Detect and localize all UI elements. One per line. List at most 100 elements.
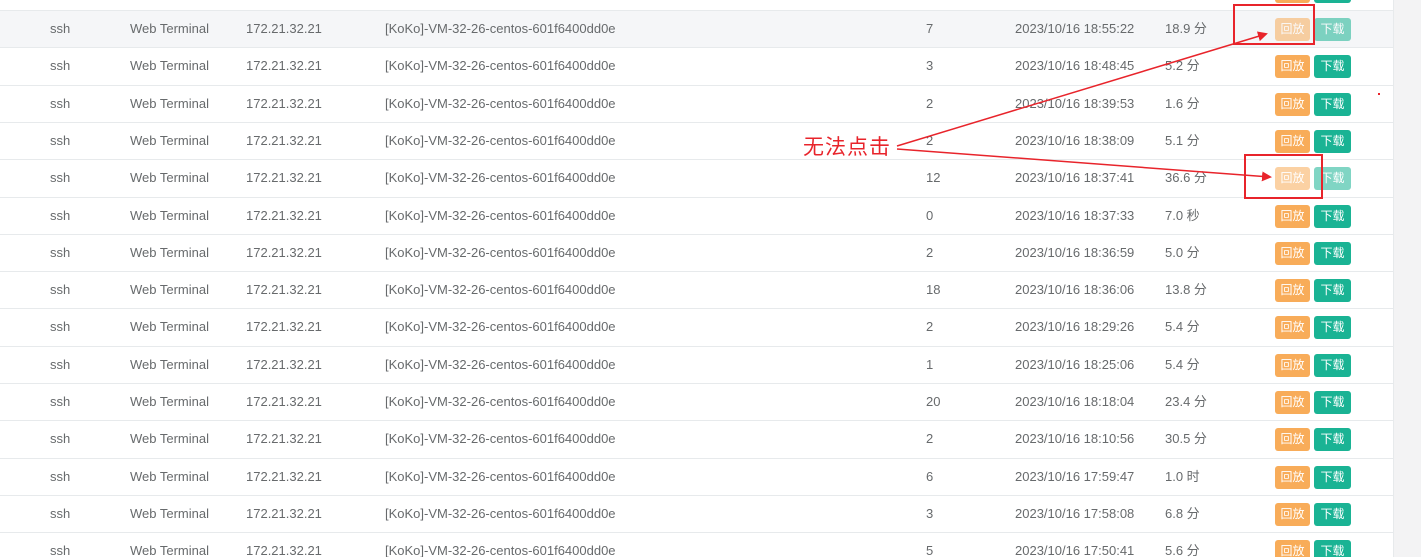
download-button[interactable]: 下载: [1314, 242, 1351, 265]
previous-row-download-button-edge[interactable]: [1314, 0, 1351, 3]
table-row: ssh Web Terminal 172.21.32.21 [KoKo]-VM-32-…: [0, 271, 1393, 308]
command-count-cell: 1: [926, 357, 934, 372]
replay-button[interactable]: 回放: [1275, 242, 1310, 265]
table-row: ssh Web Terminal 172.21.32.21 [KoKo]-VM-32-…: [0, 532, 1393, 557]
highlight-box-disabled-replay-1: [1233, 4, 1315, 45]
duration-cell: 5.2 分: [1165, 58, 1200, 73]
login-from-cell: Web Terminal: [130, 431, 209, 446]
scrollbar-track[interactable]: [1393, 0, 1421, 557]
date-start-cell: 2023/10/16 18:37:41: [1015, 170, 1135, 185]
replay-button[interactable]: 回放: [1275, 93, 1310, 116]
remote-addr-cell: 172.21.32.21: [246, 357, 322, 372]
protocol-cell: ssh: [50, 245, 71, 260]
download-button[interactable]: 下载: [1314, 130, 1351, 153]
command-count-cell: 3: [926, 58, 934, 73]
remote-addr-cell: 172.21.32.21: [246, 394, 322, 409]
replay-button[interactable]: 回放: [1275, 354, 1310, 377]
replay-button[interactable]: 回放: [1275, 316, 1310, 339]
protocol-cell: ssh: [50, 133, 71, 148]
date-start-cell: 2023/10/16 17:50:41: [1015, 543, 1135, 557]
asset-cell: [KoKo]-VM-32-26-centos-601f6400dd0e: [385, 208, 616, 223]
remote-addr-cell: 172.21.32.21: [246, 282, 322, 297]
protocol-cell: ssh: [50, 394, 71, 409]
download-button[interactable]: 下载: [1314, 93, 1351, 116]
date-start-cell: 2023/10/16 18:25:06: [1015, 357, 1135, 372]
duration-cell: 36.6 分: [1165, 170, 1207, 185]
table-row: ssh Web Terminal 172.21.32.21 [KoKo]-VM-32-…: [0, 159, 1393, 196]
download-button[interactable]: 下载: [1314, 55, 1351, 78]
asset-cell: [KoKo]-VM-32-26-centos-601f6400dd0e: [385, 133, 616, 148]
asset-cell: [KoKo]-VM-32-26-centos-601f6400dd0e: [385, 469, 616, 484]
login-from-cell: Web Terminal: [130, 506, 209, 521]
duration-cell: 5.4 分: [1165, 319, 1200, 334]
table-row: ssh Web Terminal 172.21.32.21 [KoKo]-VM-32-…: [0, 47, 1393, 84]
asset-cell: [KoKo]-VM-32-26-centos-601f6400dd0e: [385, 21, 616, 36]
remote-addr-cell: 172.21.32.21: [246, 133, 322, 148]
date-start-cell: 2023/10/16 18:55:22: [1015, 21, 1135, 36]
remote-addr-cell: 172.21.32.21: [246, 170, 322, 185]
download-button[interactable]: 下载: [1314, 540, 1351, 557]
replay-button[interactable]: 回放: [1275, 55, 1310, 78]
replay-button[interactable]: 回放: [1275, 466, 1310, 489]
login-from-cell: Web Terminal: [130, 245, 209, 260]
table-row: ssh Web Terminal 172.21.32.21 [KoKo]-VM-32-…: [0, 383, 1393, 420]
annotation-dot: [1378, 93, 1380, 95]
login-from-cell: Web Terminal: [130, 170, 209, 185]
download-button[interactable]: 下载: [1314, 428, 1351, 451]
date-start-cell: 2023/10/16 18:36:06: [1015, 282, 1135, 297]
download-button[interactable]: 下载: [1314, 279, 1351, 302]
date-start-cell: 2023/10/16 18:36:59: [1015, 245, 1135, 260]
replay-button[interactable]: 回放: [1275, 391, 1310, 414]
protocol-cell: ssh: [50, 208, 71, 223]
command-count-cell: 2: [926, 431, 934, 446]
download-button[interactable]: 下载: [1314, 354, 1351, 377]
asset-cell: [KoKo]-VM-32-26-centos-601f6400dd0e: [385, 357, 616, 372]
asset-cell: [KoKo]-VM-32-26-centos-601f6400dd0e: [385, 170, 616, 185]
protocol-cell: ssh: [50, 506, 71, 521]
command-count-cell: 18: [926, 282, 941, 297]
table-row: ssh Web Terminal 172.21.32.21 [KoKo]-VM-32-…: [0, 458, 1393, 495]
table-row: ssh Web Terminal 172.21.32.21 [KoKo]-VM-32-…: [0, 85, 1393, 122]
duration-cell: 5.6 分: [1165, 543, 1200, 557]
previous-row-replay-button-edge[interactable]: [1275, 0, 1310, 3]
table-row: ssh Web Terminal 172.21.32.21 [KoKo]-VM-32-…: [0, 308, 1393, 345]
command-count-cell: 5: [926, 543, 934, 557]
download-button[interactable]: 下载: [1314, 316, 1351, 339]
replay-button[interactable]: 回放: [1275, 130, 1310, 153]
table-row: ssh Web Terminal 172.21.32.21 [KoKo]-VM-32-…: [0, 234, 1393, 271]
date-start-cell: 2023/10/16 18:48:45: [1015, 58, 1135, 73]
session-list-screen: ssh Web Terminal 172.21.32.21 [KoKo]-VM-32-…: [0, 0, 1421, 557]
highlight-box-disabled-replay-2: [1244, 154, 1323, 199]
protocol-cell: ssh: [50, 469, 71, 484]
duration-cell: 23.4 分: [1165, 394, 1207, 409]
date-start-cell: 2023/10/16 18:10:56: [1015, 431, 1135, 446]
command-count-cell: 20: [926, 394, 941, 409]
remote-addr-cell: 172.21.32.21: [246, 319, 322, 334]
command-count-cell: 2: [926, 96, 934, 111]
login-from-cell: Web Terminal: [130, 319, 209, 334]
date-start-cell: 2023/10/16 18:39:53: [1015, 96, 1135, 111]
download-button[interactable]: 下载: [1314, 466, 1351, 489]
annotation-label: 无法点击: [803, 135, 891, 159]
replay-button[interactable]: 回放: [1275, 279, 1310, 302]
download-button[interactable]: 下载: [1314, 205, 1351, 228]
remote-addr-cell: 172.21.32.21: [246, 96, 322, 111]
duration-cell: 30.5 分: [1165, 431, 1207, 446]
duration-cell: 1.0 时: [1165, 469, 1200, 484]
asset-cell: [KoKo]-VM-32-26-centos-601f6400dd0e: [385, 319, 616, 334]
replay-button[interactable]: 回放: [1275, 205, 1310, 228]
command-count-cell: 3: [926, 506, 934, 521]
command-count-cell: 0: [926, 208, 934, 223]
replay-button[interactable]: 回放: [1275, 503, 1310, 526]
remote-addr-cell: 172.21.32.21: [246, 208, 322, 223]
table-row: ssh Web Terminal 172.21.32.21 [KoKo]-VM-32-…: [0, 420, 1393, 457]
replay-button[interactable]: 回放: [1275, 540, 1310, 557]
remote-addr-cell: 172.21.32.21: [246, 543, 322, 557]
replay-button[interactable]: 回放: [1275, 428, 1310, 451]
download-button[interactable]: 下载: [1314, 391, 1351, 414]
table-row: ssh Web Terminal 172.21.32.21 [KoKo]-VM-32-…: [0, 197, 1393, 234]
protocol-cell: ssh: [50, 58, 71, 73]
download-button[interactable]: 下载: [1314, 503, 1351, 526]
login-from-cell: Web Terminal: [130, 282, 209, 297]
duration-cell: 1.6 分: [1165, 96, 1200, 111]
